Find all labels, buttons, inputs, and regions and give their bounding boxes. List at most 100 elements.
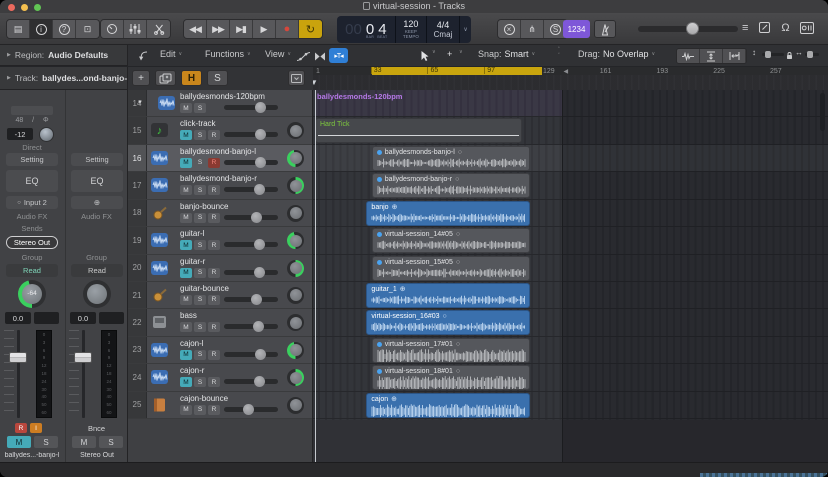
loop-ring-icon[interactable]: ○ — [456, 259, 460, 266]
track-header-row[interactable]: 23 cajon-l M S R — [128, 336, 312, 365]
mixer-icon[interactable] — [124, 20, 147, 38]
track-header-row[interactable]: 15 ♪ click-track M S R — [128, 117, 312, 145]
track-pan-knob[interactable] — [287, 122, 304, 140]
automation-mode-button[interactable]: Read — [6, 264, 58, 277]
track-pan-knob[interactable] — [287, 149, 304, 167]
group-label[interactable]: Group — [1, 253, 63, 262]
flex-icon[interactable] — [314, 52, 326, 61]
loop-ring-icon[interactable]: ○ — [443, 313, 447, 320]
track-pan-knob[interactable] — [287, 341, 304, 359]
track-mute-button[interactable]: M — [180, 185, 192, 196]
track-volume-slider[interactable] — [224, 102, 278, 113]
track-solo-button[interactable]: S — [194, 377, 206, 388]
metronome-icon[interactable] — [594, 20, 616, 38]
record-button[interactable]: ● — [276, 20, 299, 38]
track-solo-button[interactable]: S — [194, 157, 206, 168]
track-header-row[interactable]: 19 guitar-l M S R — [128, 227, 312, 255]
volume-fader[interactable] — [9, 352, 27, 363]
count-in-button[interactable]: 1234 — [563, 20, 590, 38]
drag-menu[interactable]: Drag: No Overlap ∨ — [578, 49, 655, 59]
vertical-zoom-icon[interactable] — [700, 49, 723, 63]
smart-controls-icon[interactable] — [101, 20, 124, 38]
track-record-button[interactable]: R — [208, 130, 220, 141]
track-solo-button[interactable]: S — [194, 294, 206, 305]
track-name[interactable]: bass — [180, 311, 197, 320]
cycle-region[interactable] — [371, 67, 542, 75]
vertical-zoom-slider[interactable] — [762, 51, 784, 58]
track-volume-slider[interactable] — [224, 129, 278, 141]
track-mute-button[interactable]: M — [180, 294, 192, 305]
input-button[interactable]: ○ Input 2 — [6, 196, 58, 209]
track-pan-knob[interactable] — [287, 204, 304, 222]
bounce-label[interactable]: Bnce — [66, 424, 127, 433]
solo-button[interactable]: S — [99, 436, 123, 448]
edit-menu[interactable]: Edit ∨ — [160, 49, 182, 59]
duplicate-track-icon[interactable] — [155, 70, 176, 86]
loop-ring-icon[interactable]: ○ — [456, 231, 460, 238]
waveform-zoom-icon[interactable] — [677, 49, 700, 63]
hide-tracks-button[interactable]: H — [181, 70, 202, 86]
hpf-icon[interactable]: / — [32, 117, 34, 124]
phase-icon[interactable]: Φ — [43, 117, 49, 124]
volume-value[interactable]: 0.0 — [70, 312, 96, 324]
track-solo-button[interactable]: S — [194, 130, 206, 141]
apple-loops-icon[interactable]: Ω — [781, 22, 789, 34]
channel-setting-button[interactable]: Setting — [71, 153, 123, 166]
track-volume-slider[interactable] — [224, 156, 278, 168]
arrange-area[interactable]: ballydesmonds-120bpm Hard Tick ballydesmon… — [313, 90, 828, 462]
track-solo-button[interactable]: S — [194, 404, 206, 415]
track-record-button[interactable]: R — [208, 157, 220, 168]
track-header-row[interactable]: 18 banjo-bounce M S R — [128, 199, 312, 228]
track-record-button[interactable]: R — [208, 349, 220, 360]
track-header-config-button[interactable] — [288, 70, 305, 86]
tempo-circle-icon[interactable]: ⊕ — [400, 286, 406, 293]
track-pan-knob[interactable] — [287, 177, 304, 195]
playhead-line[interactable] — [315, 90, 316, 462]
track-pan-knob[interactable] — [287, 396, 304, 414]
track-name[interactable]: banjo-bounce — [180, 202, 228, 211]
titlebar[interactable]: virtual-session - Tracks — [0, 0, 828, 13]
collapse-control[interactable]: ˆˇ — [558, 47, 560, 59]
record-enable-button[interactable]: R — [15, 423, 27, 433]
rewind-button[interactable]: ◀◀ — [184, 20, 207, 38]
gain-value[interactable]: -12 — [7, 128, 33, 140]
loop-ring-icon[interactable]: ○ — [456, 341, 460, 348]
audio-fx-label[interactable]: Audio FX — [1, 212, 63, 221]
track-name[interactable]: cajon-l — [180, 339, 204, 348]
bar-ruler[interactable]: ▼ ◀ 1 33 65 97 129 161 193 225 257 — [313, 67, 828, 90]
lcd-tempo[interactable]: 120 KEEP TEMPO — [396, 16, 427, 43]
track-mute-button[interactable]: M — [180, 404, 192, 415]
mute-button[interactable]: M — [72, 436, 96, 448]
track-name[interactable]: guitar-l — [180, 229, 204, 238]
track-volume-slider[interactable] — [224, 239, 278, 251]
lcd-display[interactable]: 00 0 BAR 4 BEAT 120 KEEP TEMPO 4/4 Cmaj ∨ — [337, 16, 471, 43]
track-volume-slider[interactable] — [224, 376, 278, 388]
track-header-row[interactable]: 22 bass M S R — [128, 309, 312, 337]
gain-48v-icon[interactable]: 48 — [15, 117, 23, 124]
track-solo-button[interactable]: S — [194, 212, 206, 223]
group-label[interactable]: Group — [66, 253, 127, 262]
track-header-row[interactable]: 24 cajon-r M S R — [128, 364, 312, 392]
peak-value[interactable] — [34, 312, 59, 324]
track-header-row[interactable]: 20 guitar-r M S R — [128, 254, 312, 282]
track-solo-button[interactable]: S — [194, 185, 206, 196]
eq-button[interactable]: EQ — [6, 170, 58, 192]
track-volume-slider[interactable] — [224, 293, 278, 305]
track-pan-knob[interactable] — [287, 369, 304, 387]
stereo-output-icon[interactable]: ⊕ — [71, 196, 123, 209]
secondary-tool-button[interactable]: + — [447, 49, 452, 59]
region-inspector-header[interactable]: ▶ Region: Audio Defaults — [0, 45, 128, 66]
audio-region[interactable]: virtual-session_15#05 ○ — [371, 255, 530, 281]
catch-playhead-button[interactable]: ▸T◂ — [329, 48, 348, 63]
list-editors-icon[interactable]: ≡ — [742, 22, 748, 34]
folder-region-label[interactable]: ballydesmonds-120bpm — [317, 92, 402, 101]
track-record-button[interactable]: R — [208, 212, 220, 223]
pointer-tool-chevron-icon[interactable]: ∨ — [432, 49, 436, 55]
track-name[interactable]: cajon-bounce — [180, 394, 228, 403]
output-button[interactable]: Stereo Out — [6, 236, 58, 249]
eq-button[interactable]: EQ — [71, 170, 123, 192]
audio-region[interactable]: ballydesmonds-banjo-l ○ — [371, 145, 530, 171]
audio-region[interactable]: banjo ⊕ — [366, 200, 530, 226]
sends-label[interactable]: Sends — [1, 224, 63, 233]
track-volume-slider[interactable] — [224, 321, 278, 333]
